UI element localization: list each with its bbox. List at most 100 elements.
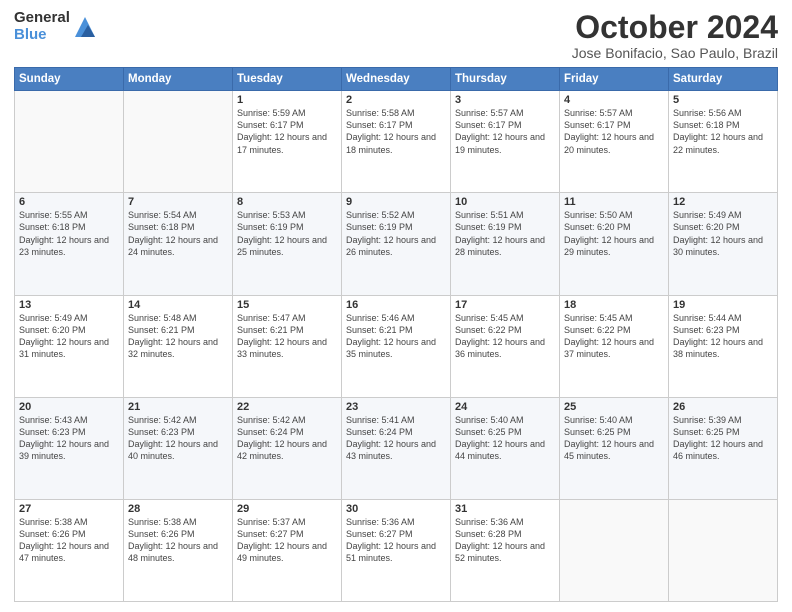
day-number: 9 xyxy=(346,196,446,208)
day-info: Sunrise: 5:47 AM Sunset: 6:21 PM Dayligh… xyxy=(237,312,337,361)
calendar-cell: 17Sunrise: 5:45 AM Sunset: 6:22 PM Dayli… xyxy=(451,295,560,397)
col-friday: Friday xyxy=(560,68,669,91)
day-info: Sunrise: 5:57 AM Sunset: 6:17 PM Dayligh… xyxy=(564,107,664,156)
calendar-cell xyxy=(124,91,233,193)
day-number: 5 xyxy=(673,94,773,106)
col-wednesday: Wednesday xyxy=(342,68,451,91)
calendar-cell: 10Sunrise: 5:51 AM Sunset: 6:19 PM Dayli… xyxy=(451,193,560,295)
day-number: 17 xyxy=(455,299,555,311)
day-number: 7 xyxy=(128,196,228,208)
logo: General Blue xyxy=(14,10,95,43)
day-info: Sunrise: 5:58 AM Sunset: 6:17 PM Dayligh… xyxy=(346,107,446,156)
day-info: Sunrise: 5:38 AM Sunset: 6:26 PM Dayligh… xyxy=(128,516,228,565)
day-info: Sunrise: 5:40 AM Sunset: 6:25 PM Dayligh… xyxy=(564,414,664,463)
calendar-cell: 19Sunrise: 5:44 AM Sunset: 6:23 PM Dayli… xyxy=(669,295,778,397)
day-number: 13 xyxy=(19,299,119,311)
col-saturday: Saturday xyxy=(669,68,778,91)
day-info: Sunrise: 5:45 AM Sunset: 6:22 PM Dayligh… xyxy=(455,312,555,361)
day-number: 16 xyxy=(346,299,446,311)
day-number: 23 xyxy=(346,401,446,413)
day-info: Sunrise: 5:48 AM Sunset: 6:21 PM Dayligh… xyxy=(128,312,228,361)
calendar-cell: 27Sunrise: 5:38 AM Sunset: 6:26 PM Dayli… xyxy=(15,499,124,601)
day-info: Sunrise: 5:39 AM Sunset: 6:25 PM Dayligh… xyxy=(673,414,773,463)
calendar-cell xyxy=(15,91,124,193)
day-number: 10 xyxy=(455,196,555,208)
header: General Blue October 2024 Jose Bonifacio… xyxy=(14,10,778,61)
day-number: 12 xyxy=(673,196,773,208)
calendar-cell: 4Sunrise: 5:57 AM Sunset: 6:17 PM Daylig… xyxy=(560,91,669,193)
day-info: Sunrise: 5:53 AM Sunset: 6:19 PM Dayligh… xyxy=(237,209,337,258)
day-info: Sunrise: 5:37 AM Sunset: 6:27 PM Dayligh… xyxy=(237,516,337,565)
day-number: 26 xyxy=(673,401,773,413)
calendar-cell: 25Sunrise: 5:40 AM Sunset: 6:25 PM Dayli… xyxy=(560,397,669,499)
calendar-cell: 31Sunrise: 5:36 AM Sunset: 6:28 PM Dayli… xyxy=(451,499,560,601)
calendar-cell: 16Sunrise: 5:46 AM Sunset: 6:21 PM Dayli… xyxy=(342,295,451,397)
calendar-cell: 6Sunrise: 5:55 AM Sunset: 6:18 PM Daylig… xyxy=(15,193,124,295)
calendar-cell: 7Sunrise: 5:54 AM Sunset: 6:18 PM Daylig… xyxy=(124,193,233,295)
calendar-cell: 23Sunrise: 5:41 AM Sunset: 6:24 PM Dayli… xyxy=(342,397,451,499)
calendar-header-row: Sunday Monday Tuesday Wednesday Thursday… xyxy=(15,68,778,91)
calendar-cell: 28Sunrise: 5:38 AM Sunset: 6:26 PM Dayli… xyxy=(124,499,233,601)
day-number: 6 xyxy=(19,196,119,208)
day-number: 20 xyxy=(19,401,119,413)
day-info: Sunrise: 5:43 AM Sunset: 6:23 PM Dayligh… xyxy=(19,414,119,463)
day-info: Sunrise: 5:42 AM Sunset: 6:23 PM Dayligh… xyxy=(128,414,228,463)
col-tuesday: Tuesday xyxy=(233,68,342,91)
calendar-cell: 2Sunrise: 5:58 AM Sunset: 6:17 PM Daylig… xyxy=(342,91,451,193)
calendar-cell: 12Sunrise: 5:49 AM Sunset: 6:20 PM Dayli… xyxy=(669,193,778,295)
day-info: Sunrise: 5:45 AM Sunset: 6:22 PM Dayligh… xyxy=(564,312,664,361)
day-number: 21 xyxy=(128,401,228,413)
day-number: 3 xyxy=(455,94,555,106)
day-number: 2 xyxy=(346,94,446,106)
day-info: Sunrise: 5:56 AM Sunset: 6:18 PM Dayligh… xyxy=(673,107,773,156)
col-thursday: Thursday xyxy=(451,68,560,91)
day-info: Sunrise: 5:41 AM Sunset: 6:24 PM Dayligh… xyxy=(346,414,446,463)
calendar-cell: 9Sunrise: 5:52 AM Sunset: 6:19 PM Daylig… xyxy=(342,193,451,295)
calendar-cell: 20Sunrise: 5:43 AM Sunset: 6:23 PM Dayli… xyxy=(15,397,124,499)
day-info: Sunrise: 5:46 AM Sunset: 6:21 PM Dayligh… xyxy=(346,312,446,361)
calendar-cell: 8Sunrise: 5:53 AM Sunset: 6:19 PM Daylig… xyxy=(233,193,342,295)
day-info: Sunrise: 5:49 AM Sunset: 6:20 PM Dayligh… xyxy=(19,312,119,361)
day-info: Sunrise: 5:44 AM Sunset: 6:23 PM Dayligh… xyxy=(673,312,773,361)
day-number: 28 xyxy=(128,503,228,515)
day-info: Sunrise: 5:55 AM Sunset: 6:18 PM Dayligh… xyxy=(19,209,119,258)
calendar-cell: 29Sunrise: 5:37 AM Sunset: 6:27 PM Dayli… xyxy=(233,499,342,601)
day-info: Sunrise: 5:40 AM Sunset: 6:25 PM Dayligh… xyxy=(455,414,555,463)
day-number: 4 xyxy=(564,94,664,106)
day-info: Sunrise: 5:49 AM Sunset: 6:20 PM Dayligh… xyxy=(673,209,773,258)
day-info: Sunrise: 5:36 AM Sunset: 6:28 PM Dayligh… xyxy=(455,516,555,565)
day-number: 8 xyxy=(237,196,337,208)
col-sunday: Sunday xyxy=(15,68,124,91)
day-number: 18 xyxy=(564,299,664,311)
day-info: Sunrise: 5:52 AM Sunset: 6:19 PM Dayligh… xyxy=(346,209,446,258)
calendar-cell: 1Sunrise: 5:59 AM Sunset: 6:17 PM Daylig… xyxy=(233,91,342,193)
logo-general-text: General xyxy=(14,10,70,27)
calendar-cell: 22Sunrise: 5:42 AM Sunset: 6:24 PM Dayli… xyxy=(233,397,342,499)
day-info: Sunrise: 5:36 AM Sunset: 6:27 PM Dayligh… xyxy=(346,516,446,565)
calendar-cell: 14Sunrise: 5:48 AM Sunset: 6:21 PM Dayli… xyxy=(124,295,233,397)
calendar-location: Jose Bonifacio, Sao Paulo, Brazil xyxy=(572,45,778,61)
calendar-cell: 11Sunrise: 5:50 AM Sunset: 6:20 PM Dayli… xyxy=(560,193,669,295)
day-info: Sunrise: 5:57 AM Sunset: 6:17 PM Dayligh… xyxy=(455,107,555,156)
day-number: 27 xyxy=(19,503,119,515)
day-number: 11 xyxy=(564,196,664,208)
calendar-cell: 5Sunrise: 5:56 AM Sunset: 6:18 PM Daylig… xyxy=(669,91,778,193)
day-info: Sunrise: 5:59 AM Sunset: 6:17 PM Dayligh… xyxy=(237,107,337,156)
calendar-table: Sunday Monday Tuesday Wednesday Thursday… xyxy=(14,67,778,602)
day-number: 31 xyxy=(455,503,555,515)
calendar-cell: 15Sunrise: 5:47 AM Sunset: 6:21 PM Dayli… xyxy=(233,295,342,397)
title-block: October 2024 Jose Bonifacio, Sao Paulo, … xyxy=(572,10,778,61)
day-info: Sunrise: 5:54 AM Sunset: 6:18 PM Dayligh… xyxy=(128,209,228,258)
day-number: 14 xyxy=(128,299,228,311)
calendar-week-row: 6Sunrise: 5:55 AM Sunset: 6:18 PM Daylig… xyxy=(15,193,778,295)
day-number: 25 xyxy=(564,401,664,413)
calendar-cell: 3Sunrise: 5:57 AM Sunset: 6:17 PM Daylig… xyxy=(451,91,560,193)
calendar-cell: 18Sunrise: 5:45 AM Sunset: 6:22 PM Dayli… xyxy=(560,295,669,397)
day-number: 24 xyxy=(455,401,555,413)
day-number: 1 xyxy=(237,94,337,106)
logo-icon xyxy=(75,17,95,37)
calendar-cell: 13Sunrise: 5:49 AM Sunset: 6:20 PM Dayli… xyxy=(15,295,124,397)
day-number: 22 xyxy=(237,401,337,413)
calendar-cell: 30Sunrise: 5:36 AM Sunset: 6:27 PM Dayli… xyxy=(342,499,451,601)
calendar-title: October 2024 xyxy=(572,10,778,45)
